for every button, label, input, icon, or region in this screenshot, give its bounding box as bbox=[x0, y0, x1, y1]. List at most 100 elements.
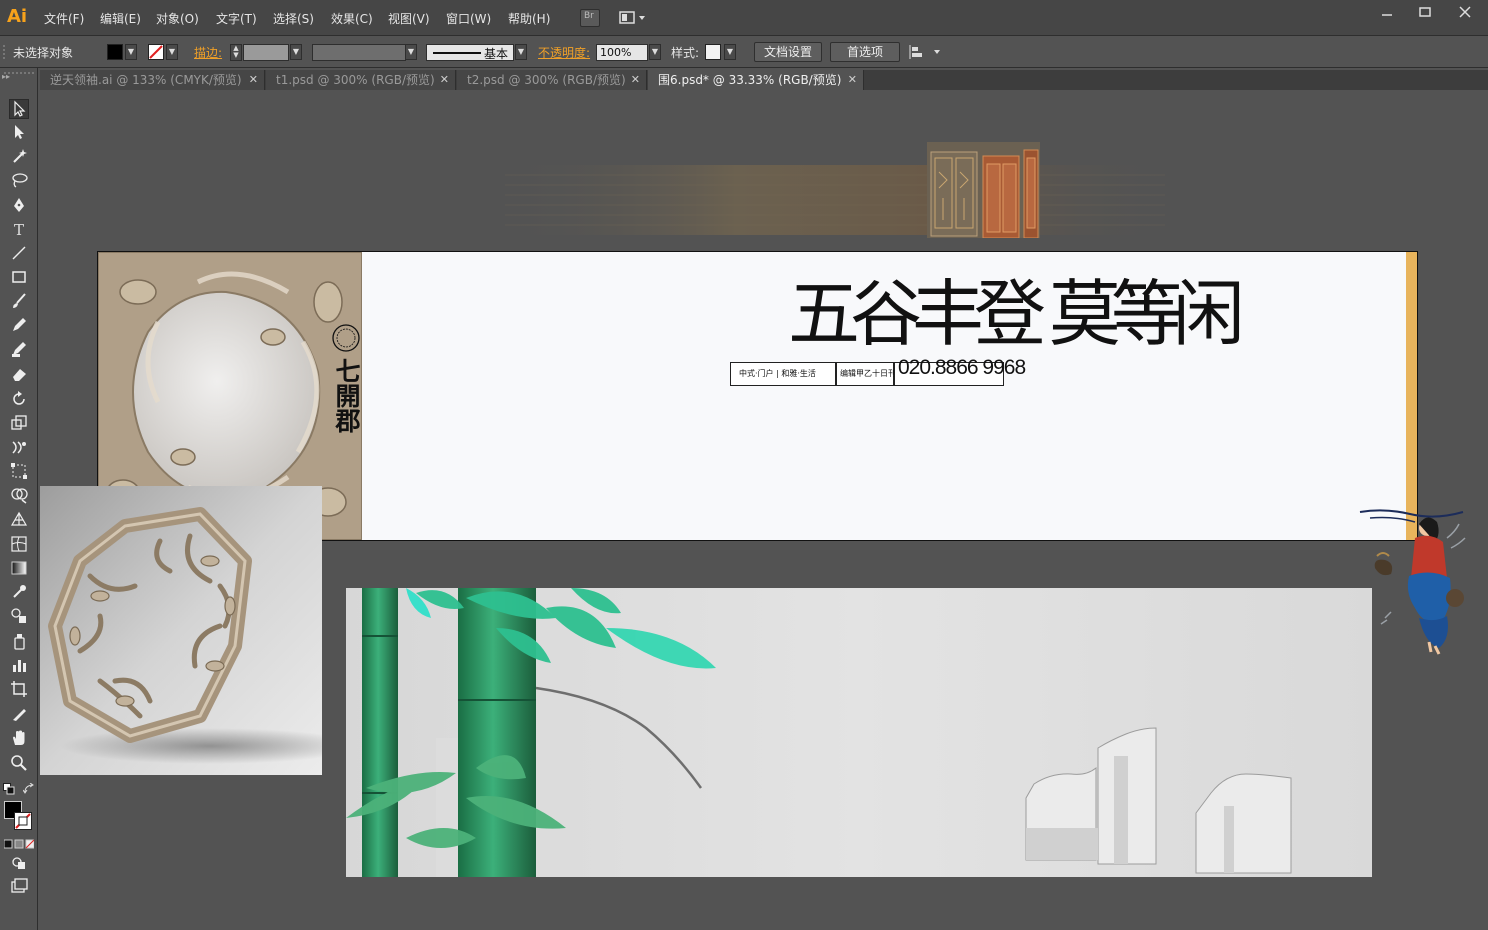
line-icon bbox=[12, 246, 26, 260]
pen-tool[interactable] bbox=[9, 196, 29, 216]
variable-width-dropdown[interactable]: ▼ bbox=[405, 44, 417, 60]
fill-swatch[interactable] bbox=[107, 44, 123, 60]
rectangle-tool[interactable] bbox=[9, 268, 29, 288]
arrange-documents-button[interactable] bbox=[618, 9, 648, 27]
tab-document-2[interactable]: t1.psd @ 300% (RGB/预览) ✕ bbox=[266, 70, 456, 90]
perspective-grid-tool[interactable] bbox=[9, 510, 29, 530]
menu-type[interactable]: 文字(T) bbox=[216, 10, 257, 27]
pencil-tool[interactable] bbox=[9, 316, 29, 336]
bridge-button[interactable]: Br bbox=[580, 9, 600, 27]
warp-icon bbox=[12, 441, 26, 454]
gold-edge-strip bbox=[1406, 252, 1417, 540]
stroke-color-box[interactable] bbox=[14, 812, 32, 830]
tab-close-icon[interactable]: ✕ bbox=[440, 70, 449, 90]
opacity-label[interactable]: 不透明度: bbox=[538, 44, 590, 61]
bridge-icon: Br bbox=[584, 11, 594, 21]
stroke-weight-field[interactable] bbox=[243, 44, 289, 61]
default-colors-button[interactable] bbox=[3, 783, 15, 795]
free-transform-tool[interactable] bbox=[9, 462, 29, 482]
tab-close-icon[interactable]: ✕ bbox=[848, 70, 857, 90]
menu-select[interactable]: 选择(S) bbox=[273, 10, 314, 27]
paintbrush-tool[interactable] bbox=[9, 292, 29, 312]
fill-dropdown[interactable]: ▼ bbox=[125, 44, 137, 60]
graphic-style-swatch[interactable] bbox=[705, 44, 721, 60]
menu-file[interactable]: 文件(F) bbox=[44, 10, 84, 27]
variable-width-profile[interactable] bbox=[312, 44, 406, 61]
tools-panel: ▸▸ T bbox=[0, 68, 38, 930]
lasso-tool[interactable] bbox=[9, 171, 29, 191]
type-tool[interactable]: T bbox=[9, 220, 29, 240]
document-setup-button[interactable]: 文档设置 bbox=[754, 42, 822, 62]
lasso-icon bbox=[12, 173, 28, 188]
gradient-tool[interactable] bbox=[9, 559, 29, 579]
swap-colors-button[interactable] bbox=[22, 782, 35, 795]
slice-icon bbox=[13, 709, 26, 721]
graphic-style-dropdown[interactable]: ▼ bbox=[724, 44, 736, 60]
direct-selection-tool[interactable] bbox=[9, 123, 29, 143]
column-graph-tool[interactable] bbox=[9, 656, 29, 676]
door-gradient-strip bbox=[505, 165, 1165, 235]
close-window-button[interactable] bbox=[1458, 4, 1472, 24]
magic-wand-tool[interactable] bbox=[9, 147, 29, 167]
collapse-toolbox-icon[interactable]: ▸▸ bbox=[2, 72, 10, 81]
document-canvas[interactable]: 七開郡 五谷丰登 莫等闲 中式·门户 | 和雅·生活 编辑甲乙十日刊 020.8… bbox=[40, 90, 1488, 930]
zoom-tool[interactable] bbox=[9, 754, 29, 774]
color-mode-icon bbox=[3, 839, 35, 849]
eraser-icon bbox=[13, 369, 26, 381]
hand-tool[interactable] bbox=[9, 729, 29, 749]
stroke-swatch[interactable] bbox=[148, 44, 164, 60]
minimize-icon bbox=[1382, 14, 1392, 16]
minimize-button[interactable] bbox=[1380, 4, 1394, 24]
menu-effect[interactable]: 效果(C) bbox=[331, 10, 373, 27]
shape-builder-tool[interactable] bbox=[9, 486, 29, 506]
drawing-modes-button[interactable] bbox=[9, 854, 29, 874]
tab-document-1[interactable]: 逆天领袖.ai @ 133% (CMYK/预览) ✕ bbox=[40, 70, 265, 90]
stroke-dropdown[interactable]: ▼ bbox=[166, 44, 178, 60]
brush-definition-dropdown[interactable]: ▼ bbox=[515, 44, 527, 60]
eraser-tool[interactable] bbox=[9, 365, 29, 385]
shape-builder-icon bbox=[11, 488, 28, 504]
color-mode-buttons[interactable] bbox=[3, 838, 35, 849]
align-options-button[interactable] bbox=[909, 44, 945, 60]
stroke-label[interactable]: 描边: bbox=[194, 44, 222, 61]
headline-text: 五谷丰登 莫等闲 bbox=[788, 272, 1245, 356]
maximize-icon bbox=[1419, 7, 1431, 17]
rotate-tool[interactable] bbox=[9, 390, 29, 410]
gradient-icon bbox=[11, 561, 27, 575]
menu-view[interactable]: 视图(V) bbox=[388, 10, 430, 27]
maximize-button[interactable] bbox=[1418, 4, 1432, 24]
menu-help[interactable]: 帮助(H) bbox=[508, 10, 550, 27]
selection-status: 未选择对象 bbox=[13, 46, 74, 60]
mesh-tool[interactable] bbox=[9, 535, 29, 555]
panel-grip[interactable] bbox=[3, 45, 7, 59]
menu-window[interactable]: 窗口(W) bbox=[446, 10, 491, 27]
line-tool[interactable] bbox=[9, 244, 29, 264]
tab-document-4-active[interactable]: 围6.psd* @ 33.33% (RGB/预览) ✕ bbox=[648, 70, 864, 90]
stroke-weight-stepper[interactable]: ▲ ▼ bbox=[230, 44, 242, 61]
tab-close-icon[interactable]: ✕ bbox=[631, 70, 640, 90]
screen-mode-button[interactable] bbox=[9, 877, 29, 897]
preferences-button[interactable]: 首选项 bbox=[830, 42, 900, 62]
opacity-field[interactable]: 100% bbox=[596, 44, 648, 61]
flying-lady-illustration bbox=[1355, 508, 1470, 658]
lattice-octagon-graphic bbox=[40, 486, 322, 775]
menu-object[interactable]: 对象(O) bbox=[156, 10, 199, 27]
menu-edit[interactable]: 编辑(E) bbox=[100, 10, 141, 27]
warp-tool[interactable] bbox=[9, 438, 29, 458]
eyedropper-tool[interactable] bbox=[9, 583, 29, 603]
lattice-octagon-image bbox=[40, 486, 322, 775]
opacity-dropdown[interactable]: ▼ bbox=[649, 44, 661, 60]
magic-wand-icon bbox=[13, 149, 27, 163]
tab-document-3[interactable]: t2.psd @ 300% (RGB/预览) ✕ bbox=[457, 70, 647, 90]
selection-tool[interactable] bbox=[9, 99, 29, 119]
blend-tool[interactable] bbox=[9, 607, 29, 627]
graph-icon bbox=[13, 660, 26, 672]
artboard-tool[interactable] bbox=[9, 680, 29, 700]
symbol-sprayer-tool[interactable] bbox=[9, 632, 29, 652]
slice-tool[interactable] bbox=[9, 705, 29, 725]
tab-close-icon[interactable]: ✕ bbox=[249, 70, 258, 90]
brush-definition-field[interactable]: 基本 bbox=[426, 44, 514, 61]
stroke-weight-dropdown[interactable]: ▼ bbox=[290, 44, 302, 60]
blob-brush-tool[interactable] bbox=[9, 340, 29, 360]
scale-tool[interactable] bbox=[9, 414, 29, 434]
